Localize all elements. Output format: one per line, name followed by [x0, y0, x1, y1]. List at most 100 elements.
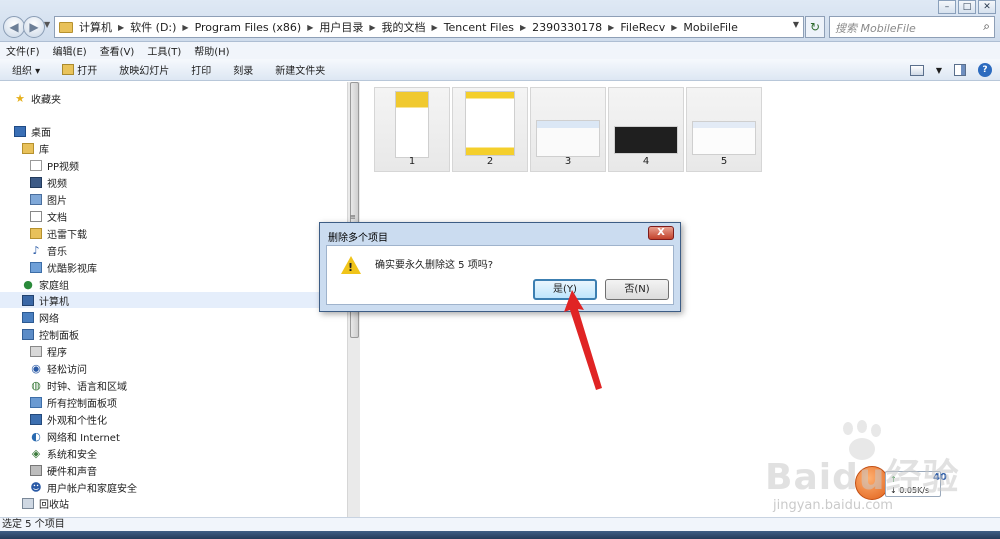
- nav-desktop[interactable]: 桌面: [14, 124, 51, 139]
- nav-libraries[interactable]: 库: [22, 141, 49, 156]
- nav-documents[interactable]: 文档: [30, 209, 67, 224]
- document-icon: [30, 211, 42, 222]
- nav-all-cp-items[interactable]: 所有控制面板项: [30, 395, 117, 410]
- breadcrumb: 计算机 ▶ 软件 (D:) ▶ Program Files (x86) ▶ 用户目录 ▶…: [79, 19, 738, 35]
- file-thumbnail-3[interactable]: 3: [530, 87, 606, 172]
- close-window-button[interactable]: ✕: [978, 0, 996, 14]
- nav-clock-region[interactable]: ◍ 时钟、语言和区域: [30, 378, 127, 393]
- nav-label: 控制面板: [39, 331, 79, 342]
- breadcrumb-program-files[interactable]: Program Files (x86): [195, 21, 302, 34]
- open-button[interactable]: 打开: [62, 62, 97, 77]
- nav-label: 所有控制面板项: [47, 399, 117, 410]
- network-globe-icon: ◐: [31, 430, 41, 443]
- nav-recycle-bin[interactable]: 回收站: [22, 496, 69, 511]
- nav-system-security[interactable]: ◈ 系统和安全: [30, 446, 97, 461]
- nav-label: 系统和安全: [47, 450, 97, 461]
- address-input[interactable]: 计算机 ▶ 软件 (D:) ▶ Program Files (x86) ▶ 用户目录 ▶…: [54, 16, 804, 38]
- star-icon: ★: [15, 92, 25, 105]
- taskbar: [0, 531, 1000, 539]
- nav-programs[interactable]: 程序: [30, 344, 67, 359]
- menu-tools[interactable]: 工具(T): [147, 43, 181, 58]
- address-bar-area: ◀ ▶ ▼ 计算机 ▶ 软件 (D:) ▶ Program Files (x86) ▶…: [0, 0, 1000, 42]
- nav-music[interactable]: ♪ 音乐: [30, 243, 67, 258]
- desktop-icon: [14, 126, 26, 137]
- image-preview: [395, 91, 429, 158]
- slideshow-button[interactable]: 放映幻灯片: [119, 62, 169, 77]
- organize-button[interactable]: 组织 ▾: [12, 62, 40, 77]
- chevron-right-icon[interactable]: ▶: [307, 23, 313, 32]
- nav-computer[interactable]: 计算机: [0, 292, 345, 308]
- nav-net-internet[interactable]: ◐ 网络和 Internet: [30, 429, 120, 444]
- forward-button[interactable]: ▶: [23, 16, 45, 38]
- nav-control-panel[interactable]: 控制面板: [22, 327, 79, 342]
- music-icon: ♪: [32, 244, 40, 257]
- nav-videos[interactable]: 视频: [30, 175, 67, 190]
- chevron-right-icon[interactable]: ▶: [608, 23, 614, 32]
- view-dropdown-icon[interactable]: ▼: [936, 66, 942, 75]
- chevron-right-icon[interactable]: ▶: [182, 23, 188, 32]
- back-button[interactable]: ◀: [3, 16, 25, 38]
- breadcrumb-tencent-files[interactable]: Tencent Files: [444, 21, 514, 34]
- breadcrumb-mobilefile[interactable]: MobileFile: [683, 21, 738, 34]
- open-icon: [62, 64, 75, 75]
- chevron-right-icon[interactable]: ▶: [671, 23, 677, 32]
- recycle-bin-icon: [22, 498, 34, 509]
- menu-file[interactable]: 文件(F): [6, 43, 40, 58]
- refresh-button[interactable]: ↻: [805, 16, 825, 38]
- nav-appearance[interactable]: 外观和个性化: [30, 412, 107, 427]
- file-thumbnail-5[interactable]: 5: [686, 87, 762, 172]
- nav-youku[interactable]: 优酷影视库: [30, 260, 97, 275]
- chevron-right-icon[interactable]: ▶: [118, 23, 124, 32]
- back-arrow-icon: ◀: [9, 20, 19, 34]
- nav-hardware-sound[interactable]: 硬件和声音: [30, 463, 97, 478]
- nav-user-accounts[interactable]: ☻ 用户帐户和家庭安全: [30, 480, 137, 495]
- chevron-right-icon[interactable]: ▶: [520, 23, 526, 32]
- image-preview: [536, 120, 600, 157]
- menu-view[interactable]: 查看(V): [100, 43, 135, 58]
- file-thumbnail-2[interactable]: 2: [452, 87, 528, 172]
- menu-edit[interactable]: 编辑(E): [53, 43, 87, 58]
- chevron-right-icon[interactable]: ▶: [369, 23, 375, 32]
- users-icon: ☻: [30, 481, 42, 494]
- dialog-body: ! 确实要永久删除这 5 项吗? 是(Y) 否(N): [326, 245, 674, 305]
- change-view-icon[interactable]: [909, 64, 924, 76]
- chevron-right-icon[interactable]: ▶: [432, 23, 438, 32]
- file-name: 5: [720, 156, 728, 167]
- download-folder-icon: [30, 228, 42, 239]
- nav-ease-access[interactable]: ◉ 轻松访问: [30, 361, 87, 376]
- recent-pages-dropdown-icon[interactable]: ▼: [44, 20, 50, 29]
- dialog-title: 删除多个项目: [328, 233, 388, 244]
- maximize-button[interactable]: □: [958, 0, 976, 14]
- nav-pictures[interactable]: 图片: [30, 192, 67, 207]
- nav-homegroup[interactable]: ● 家庭组: [22, 277, 69, 292]
- search-placeholder: 搜索 MobileFile: [835, 22, 916, 35]
- breadcrumb-computer[interactable]: 计算机: [79, 19, 112, 35]
- minimize-button[interactable]: –: [938, 0, 956, 14]
- preview-pane-icon[interactable]: [954, 64, 966, 76]
- breadcrumb-my-documents[interactable]: 我的文档: [382, 19, 426, 35]
- image-preview: [692, 121, 756, 155]
- nav-label: 网络和 Internet: [47, 433, 120, 444]
- file-thumbnail-1[interactable]: 1: [374, 87, 450, 172]
- dialog-close-button[interactable]: X: [648, 226, 674, 240]
- help-icon[interactable]: ?: [978, 63, 992, 77]
- breadcrumb-account[interactable]: 2390330178: [532, 21, 602, 34]
- nav-label: 音乐: [47, 247, 67, 258]
- shield-icon: ◈: [31, 447, 41, 460]
- breadcrumb-user-dir[interactable]: 用户目录: [319, 19, 363, 35]
- breadcrumb-drive-d[interactable]: 软件 (D:): [130, 19, 176, 35]
- file-thumbnail-4[interactable]: 4: [608, 87, 684, 172]
- address-dropdown-icon[interactable]: ▼: [793, 20, 799, 29]
- print-button[interactable]: 打印: [191, 62, 211, 77]
- nav-xunlei[interactable]: 迅雷下载: [30, 226, 87, 241]
- breadcrumb-filerecv[interactable]: FileRecv: [620, 21, 665, 34]
- baidu-watermark: Baidu经验 jingyan.baidu.com: [765, 420, 995, 520]
- nav-network[interactable]: 网络: [22, 310, 59, 325]
- burn-button[interactable]: 刻录: [233, 62, 253, 77]
- search-input[interactable]: 搜索 MobileFile ⌕: [829, 16, 995, 38]
- search-icon[interactable]: ⌕: [983, 19, 990, 34]
- nav-favorites[interactable]: ★ 收藏夹: [14, 91, 61, 106]
- new-folder-button[interactable]: 新建文件夹: [275, 62, 325, 77]
- menu-help[interactable]: 帮助(H): [194, 43, 229, 58]
- nav-pp-video[interactable]: PP视频: [30, 158, 79, 173]
